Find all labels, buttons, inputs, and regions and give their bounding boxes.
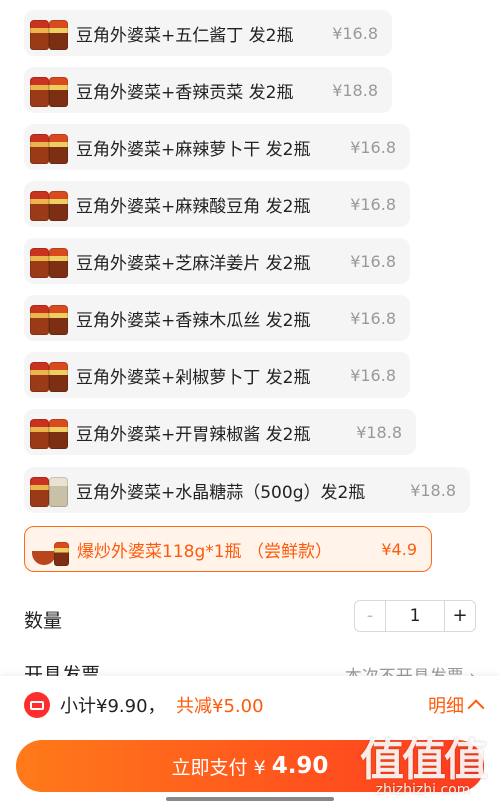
sku-option[interactable]: 豆角外婆菜+水晶糖蒜（500g）发2瓶 ¥18.8 [24,467,470,513]
sku-option[interactable]: 豆角外婆菜+五仁酱丁 发2瓶 ¥16.8 [24,10,392,56]
watermark-logo: 值值值 [360,735,488,786]
option-price: ¥18.8 [332,80,378,100]
sku-option[interactable]: 豆角外婆菜+麻辣酸豆角 发2瓶 ¥16.8 [24,181,410,227]
product-thumbnail [28,71,70,109]
detail-label: 明细 [428,696,464,717]
product-thumbnail [28,14,70,52]
quantity-value[interactable]: 1 [385,601,445,631]
option-name: 豆角外婆菜+香辣木瓜丝 发2瓶 [76,310,311,331]
product-thumbnail [28,128,70,166]
quantity-stepper: - 1 + [354,600,476,632]
option-price: ¥4.9 [381,539,417,559]
option-name: 豆角外婆菜+芝麻洋姜片 发2瓶 [76,253,311,274]
pay-amount: 4.90 [271,753,329,779]
option-price: ¥18.8 [410,480,456,500]
product-thumbnail [28,299,70,337]
quantity-decrement-button[interactable]: - [355,601,385,631]
sku-option[interactable]: 豆角外婆菜+香辣贡菜 发2瓶 ¥18.8 [24,67,392,113]
option-price: ¥16.8 [350,365,396,385]
option-name: 豆角外婆菜+香辣贡菜 发2瓶 [76,82,294,103]
sku-option-selected[interactable]: 爆炒外婆菜118g*1瓶 （尝鲜款） ¥4.9 [24,526,432,572]
option-price: ¥16.8 [350,137,396,157]
quantity-label: 数量 [24,610,63,632]
option-price: ¥16.8 [350,194,396,214]
option-price: ¥16.8 [332,23,378,43]
option-name: 豆角外婆菜+麻辣萝卜干 发2瓶 [76,139,311,160]
product-thumbnail [28,185,70,223]
product-thumbnail [28,413,70,451]
coupon-icon [24,692,50,718]
pay-label: 立即支付 ¥ [171,756,266,779]
quantity-increment-button[interactable]: + [445,601,475,631]
watermark-url: zhizhizhi.com [375,782,471,798]
watermark: 值值值 zhizhizhi.com [360,724,488,798]
option-price: ¥16.8 [350,308,396,328]
option-price: ¥18.8 [356,422,402,442]
chevron-up-icon [467,699,485,717]
option-name: 爆炒外婆菜118g*1瓶 （尝鲜款） [77,541,332,562]
discount-text: 共减¥5.00 [176,696,264,717]
option-name: 豆角外婆菜+开胃辣椒酱 发2瓶 [76,424,311,445]
sku-option[interactable]: 豆角外婆菜+剁椒萝卜丁 发2瓶 ¥16.8 [24,352,410,398]
option-name: 豆角外婆菜+五仁酱丁 发2瓶 [76,25,294,46]
option-name: 豆角外婆菜+剁椒萝卜丁 发2瓶 [76,367,311,388]
option-name: 豆角外婆菜+水晶糖蒜（500g）发2瓶 [76,482,366,503]
sku-option[interactable]: 豆角外婆菜+芝麻洋姜片 发2瓶 ¥16.8 [24,238,410,284]
subtotal-text: 小计¥9.90， [60,696,166,717]
option-price: ¥16.8 [350,251,396,271]
product-thumbnail [28,471,70,509]
product-thumbnail [29,530,71,568]
sku-option[interactable]: 豆角外婆菜+开胃辣椒酱 发2瓶 ¥18.8 [24,409,416,455]
product-thumbnail [28,242,70,280]
sku-option[interactable]: 豆角外婆菜+麻辣萝卜干 发2瓶 ¥16.8 [24,124,410,170]
option-name: 豆角外婆菜+麻辣酸豆角 发2瓶 [76,196,311,217]
product-thumbnail [28,356,70,394]
detail-button[interactable]: 明细 [428,692,485,718]
sku-option[interactable]: 豆角外婆菜+香辣木瓜丝 发2瓶 ¥16.8 [24,295,410,341]
quantity-row: 数量 - 1 + [24,600,476,636]
home-indicator [166,797,334,801]
